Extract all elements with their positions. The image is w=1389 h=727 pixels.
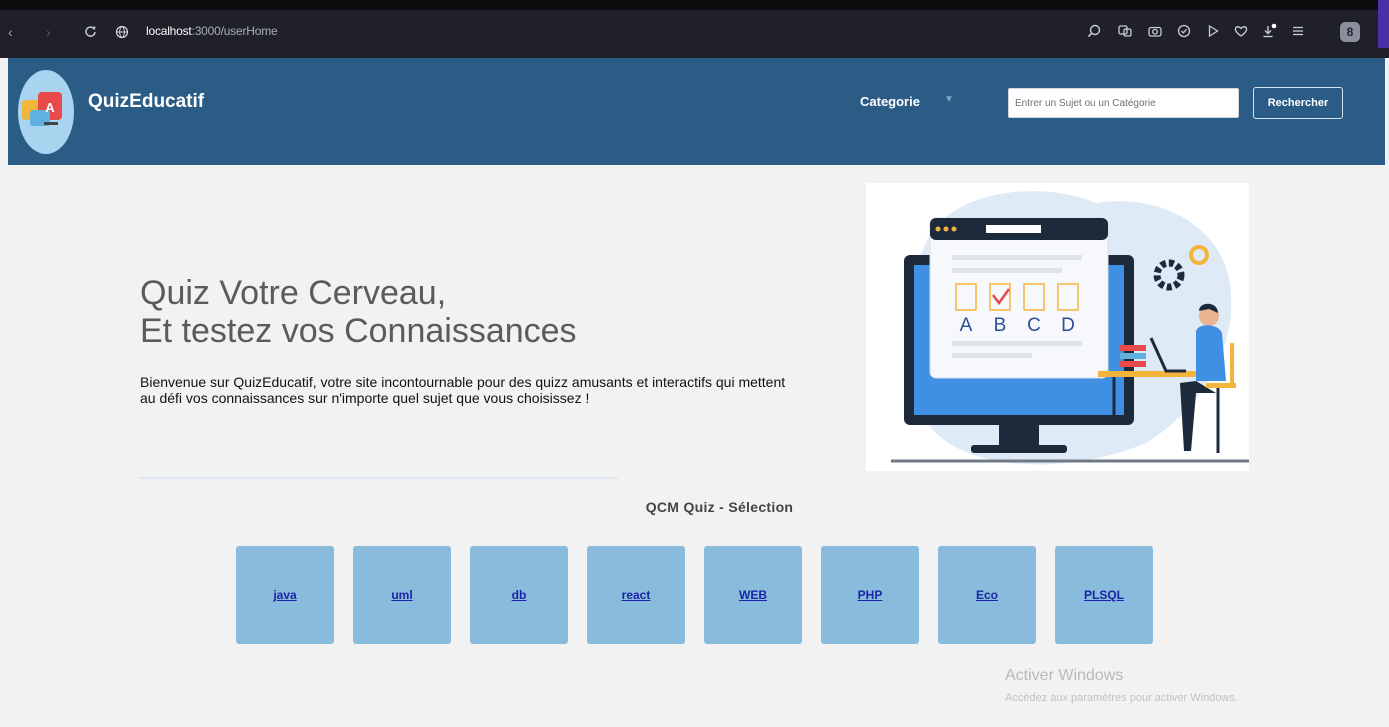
quiz-link-db[interactable]: db (512, 588, 527, 602)
quiz-card-uml[interactable]: uml (353, 546, 451, 644)
quiz-link-react[interactable]: react (622, 588, 651, 602)
quiz-link-php[interactable]: PHP (858, 588, 883, 602)
zoom-icon[interactable] (1086, 23, 1102, 39)
svg-text:A: A (45, 100, 55, 115)
quiz-logo-icon: A (22, 92, 62, 126)
quiz-card-php[interactable]: PHP (821, 546, 919, 644)
quiz-link-eco[interactable]: Eco (976, 588, 998, 602)
site-header: A QuizEducatif Categorie ▼ Rechercher (8, 58, 1385, 165)
search-button[interactable]: Rechercher (1253, 87, 1343, 119)
play-icon[interactable] (1205, 23, 1221, 39)
category-dropdown[interactable]: Categorie (860, 94, 920, 109)
quiz-card-react[interactable]: react (587, 546, 685, 644)
profile-avatar[interactable]: 8 (1340, 22, 1360, 42)
windows-activation-title: Activer Windows (1005, 667, 1124, 684)
url-path: :3000/userHome (191, 24, 278, 38)
quiz-section-title: QCM Quiz - Sélection (645, 499, 794, 515)
chevron-down-icon[interactable]: ▼ (944, 94, 954, 105)
quiz-link-uml[interactable]: uml (391, 588, 412, 602)
hero-divider (140, 477, 618, 479)
quiz-card-eco[interactable]: Eco (938, 546, 1036, 644)
address-bar[interactable]: localhost:3000/userHome (146, 24, 278, 38)
option-d-label: D (1061, 315, 1075, 336)
heart-icon[interactable] (1233, 23, 1249, 39)
hero-illustration: A B C D (866, 183, 1249, 471)
option-a-label: A (960, 315, 973, 336)
translate-icon[interactable] (1117, 23, 1133, 39)
browser-toolbar: ‹ › localhost:3000/userHome 8 (0, 0, 1389, 58)
option-b-label: B (994, 315, 1007, 336)
url-host: localhost (146, 24, 192, 38)
hero-title-line2: Et testez vos Connaissances (140, 312, 577, 350)
hero-title: Quiz Votre Cerveau, Et testez vos Connais… (140, 274, 577, 350)
quiz-card-java[interactable]: java (236, 546, 334, 644)
quiz-card-plsql[interactable]: PLSQL (1055, 546, 1153, 644)
camera-icon[interactable] (1147, 23, 1163, 39)
quiz-link-web[interactable]: WEB (739, 588, 767, 602)
quiz-card-web[interactable]: WEB (704, 546, 802, 644)
site-info-icon[interactable] (115, 25, 129, 39)
quiz-computer-illustration: A B C D (891, 191, 1249, 465)
hero-title-line1: Quiz Votre Cerveau, (140, 274, 447, 312)
page-root: ‹ › localhost:3000/userHome 8 A QuizEduc… (0, 0, 1389, 727)
forward-icon[interactable]: › (46, 24, 51, 40)
side-panel-accent (1378, 0, 1389, 48)
reload-icon[interactable] (84, 25, 97, 38)
quiz-link-java[interactable]: java (273, 588, 296, 602)
check-circle-icon[interactable] (1176, 23, 1192, 39)
hero-description: Bienvenue sur QuizEducatif, votre site i… (140, 374, 786, 406)
option-c-label: C (1027, 315, 1041, 336)
windows-activation-hint: Accédez aux paramètres pour activer Wind… (1005, 692, 1238, 704)
search-input[interactable] (1008, 88, 1239, 118)
back-icon[interactable]: ‹ (8, 24, 13, 40)
brand-name[interactable]: QuizEducatif (88, 91, 204, 113)
quiz-link-plsql[interactable]: PLSQL (1084, 588, 1124, 602)
quiz-card-db[interactable]: db (470, 546, 568, 644)
brand-logo[interactable]: A (18, 70, 74, 154)
download-icon[interactable] (1261, 23, 1277, 39)
menu-icon[interactable] (1290, 23, 1306, 39)
quiz-card-list: java uml db react WEB PHP Eco PLSQL (236, 546, 1156, 644)
